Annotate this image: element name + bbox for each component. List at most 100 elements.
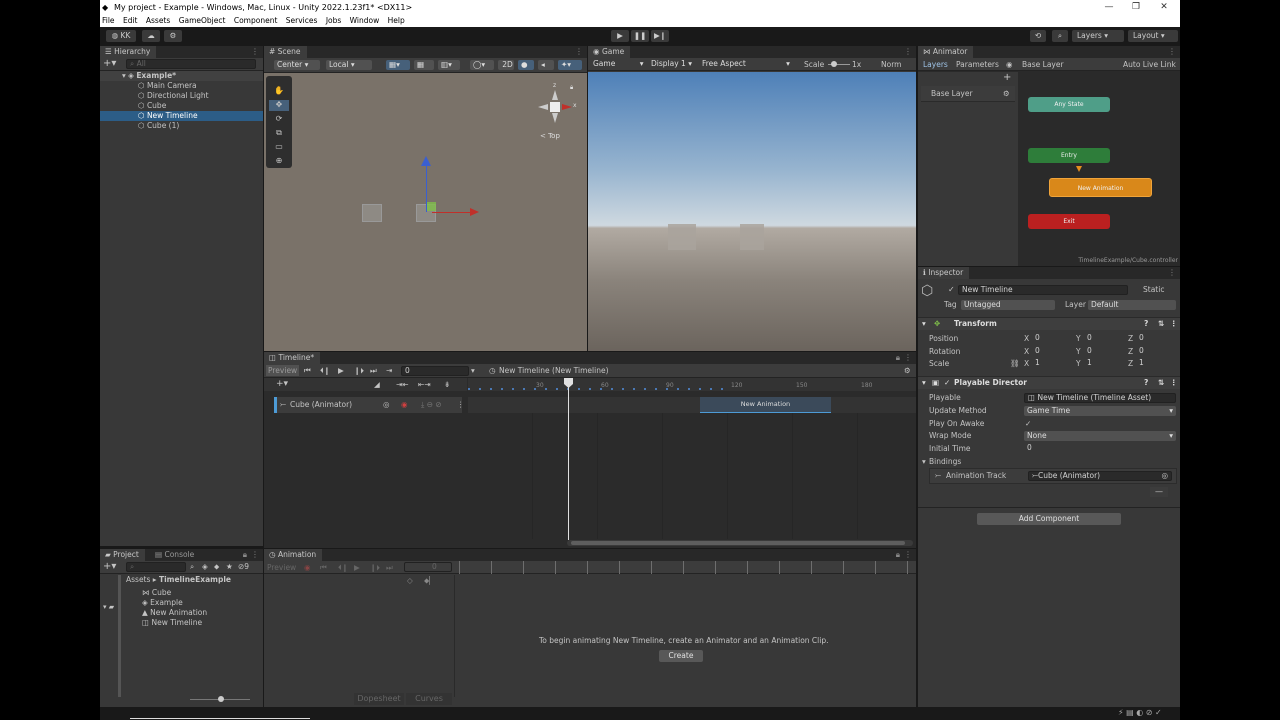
display-dropdown[interactable]: Display 1 ▾: [648, 59, 696, 69]
add-icon[interactable]: +▾: [103, 58, 116, 69]
play-icon[interactable]: ▶: [354, 562, 360, 573]
binding-object-field[interactable]: ⤚Cube (Animator) ◎: [1028, 471, 1172, 481]
space-dropdown[interactable]: Local ▾: [326, 60, 372, 70]
close-icon[interactable]: ✕: [1150, 0, 1178, 15]
pause-button[interactable]: ❚❚: [631, 30, 649, 42]
tab-timeline[interactable]: ◫ Timeline*: [264, 352, 321, 364]
track-cube-animator[interactable]: ⤚ Cube (Animator) ◎ ◉ ⤓ ⊖ ⊘ ⋮: [274, 397, 465, 413]
scene-row[interactable]: ▾ ◈ Example*: [100, 71, 263, 81]
account-button[interactable]: ◍ KK: [106, 30, 136, 42]
tab-scene[interactable]: # Scene: [264, 46, 307, 58]
animator-layers-tab[interactable]: Layers: [923, 59, 948, 70]
ripple-icon[interactable]: ⇤⇥: [418, 379, 431, 390]
goto-start-icon[interactable]: ⏮: [320, 562, 327, 573]
scene-cube-left[interactable]: [362, 204, 382, 222]
add-layer-icon[interactable]: +: [1003, 72, 1011, 83]
update-method-dropdown[interactable]: Game Time ▾: [1024, 406, 1176, 416]
timeline-scrollbar-thumb[interactable]: [571, 541, 905, 545]
time-ruler[interactable]: 30 60 90 120 150 180: [468, 378, 916, 391]
track-menu-icon[interactable]: ⋮: [457, 399, 465, 410]
scale-y-field[interactable]: 1: [1084, 359, 1122, 369]
position-y-field[interactable]: 0: [1084, 334, 1122, 344]
play-icon[interactable]: ▶: [338, 365, 344, 376]
create-animation-button[interactable]: Create: [659, 650, 703, 662]
layout-dropdown[interactable]: Layout ▾: [1128, 30, 1178, 42]
aspect-dropdown[interactable]: Free Aspect ▾: [699, 59, 799, 69]
menu-component[interactable]: Component: [234, 16, 278, 25]
help-icon[interactable]: ?: [1144, 318, 1148, 330]
gizmo-lock-icon[interactable]: 🔒︎: [570, 84, 573, 92]
state-exit[interactable]: Exit: [1028, 214, 1110, 229]
add-event-icon[interactable]: ⬥▏: [424, 575, 435, 586]
hierarchy-item-new-timeline[interactable]: ⬡ New Timeline: [100, 111, 263, 121]
move-tool-icon[interactable]: ✥: [269, 100, 289, 111]
menu-jobs[interactable]: Jobs: [326, 16, 341, 25]
track-lane[interactable]: [468, 397, 916, 413]
animator-parameters-tab[interactable]: Parameters: [956, 59, 999, 70]
menu-help[interactable]: Help: [388, 16, 405, 25]
next-frame-icon[interactable]: ❙⏵: [354, 365, 364, 376]
animation-preview-toggle[interactable]: Preview: [267, 562, 296, 573]
tab-animator[interactable]: ⋈ Animator: [918, 46, 974, 58]
component-menu-icon[interactable]: ⋮: [1170, 377, 1178, 389]
xz-plane-handle[interactable]: [427, 202, 436, 211]
animation-ruler[interactable]: [459, 561, 916, 574]
scale-slider-handle[interactable]: [831, 61, 837, 67]
panel-menu-icon[interactable]: ⋮: [1168, 268, 1176, 277]
layer-settings-icon[interactable]: ⚙: [1003, 88, 1010, 99]
game-view-dropdown[interactable]: Game ▾: [590, 59, 644, 69]
project-search-input[interactable]: ⌕: [126, 562, 186, 572]
rotation-y-field[interactable]: 0: [1084, 347, 1122, 357]
lock-icon[interactable]: 🔒︎: [896, 550, 900, 560]
search-type-icon[interactable]: ⌕: [190, 561, 194, 572]
hierarchy-item-directional-light[interactable]: ⬡ Directional Light: [100, 91, 263, 101]
goto-end-icon[interactable]: ⏭: [370, 365, 377, 376]
scale-x-field[interactable]: 1: [1032, 359, 1070, 369]
transform-tool-icon[interactable]: ⊕: [269, 156, 289, 167]
menu-file[interactable]: File: [102, 16, 115, 25]
static-toggle[interactable]: Static: [1143, 284, 1164, 295]
timeline-track-area[interactable]: [468, 413, 916, 539]
hierarchy-item-main-camera[interactable]: ⬡ Main Camera: [100, 81, 263, 91]
effects-icon[interactable]: ✦▾: [558, 60, 582, 70]
asset-item-new-timeline[interactable]: ◫ New Timeline: [100, 618, 263, 628]
scale-tool-icon[interactable]: ⧉: [269, 128, 289, 139]
status-icons[interactable]: ⚡ ▤ ◐ ⊘ ✓: [1118, 708, 1162, 717]
menu-gameobject[interactable]: GameObject: [179, 16, 226, 25]
object-name-field[interactable]: New Timeline: [958, 285, 1128, 295]
rotation-z-field[interactable]: 0: [1136, 347, 1174, 357]
wrap-mode-dropdown[interactable]: None ▾: [1024, 431, 1176, 441]
menu-assets[interactable]: Assets: [146, 16, 170, 25]
dopesheet-tab[interactable]: Dopesheet: [354, 693, 404, 705]
lock-icon[interactable]: 🔒︎: [243, 550, 247, 560]
marker-icon[interactable]: ⇟: [444, 379, 450, 390]
grid-toggle-button[interactable]: ▦: [414, 60, 434, 70]
add-track-icon[interactable]: +▾: [276, 379, 288, 390]
game-mode-label[interactable]: Norm: [881, 59, 901, 70]
gizmo-view-label[interactable]: < Top: [540, 132, 560, 140]
menu-services[interactable]: Services: [286, 16, 318, 25]
scale-z-field[interactable]: 1: [1136, 359, 1174, 369]
filter-type-icon[interactable]: ◈: [202, 561, 208, 572]
asset-item-example[interactable]: ◈ Example: [100, 598, 263, 608]
maximize-icon[interactable]: ❐: [1122, 0, 1150, 15]
rotation-x-field[interactable]: 0: [1032, 347, 1070, 357]
object-picker-icon[interactable]: ◎: [1161, 472, 1168, 480]
layers-dropdown[interactable]: Layers ▾: [1072, 30, 1124, 42]
search-icon[interactable]: ⌕: [1052, 30, 1068, 42]
favorites-icon[interactable]: ★: [226, 561, 233, 572]
bindings-foldout-icon[interactable]: ▾: [922, 456, 926, 467]
play-button[interactable]: ▶: [611, 30, 629, 42]
panel-menu-icon[interactable]: ⋮: [251, 47, 259, 56]
increment-snap-button[interactable]: ▥▾: [438, 60, 460, 70]
layer-item-base[interactable]: Base Layer ⚙: [921, 86, 1015, 102]
goto-end-icon[interactable]: ⏭: [386, 562, 393, 573]
breadcrumb-root[interactable]: Assets: [126, 575, 150, 584]
prev-key-icon[interactable]: ⏴❙: [338, 562, 348, 573]
timeline-scrollbar[interactable]: [567, 540, 913, 546]
grid-snap-button[interactable]: ▦▾: [386, 60, 410, 70]
hierarchy-item-cube[interactable]: ⬡ Cube: [100, 101, 263, 111]
panel-menu-icon[interactable]: ⋮: [251, 550, 259, 559]
draw-mode-button[interactable]: ◯▾: [470, 60, 494, 70]
snap-icon[interactable]: ⇥⇤: [396, 379, 409, 390]
